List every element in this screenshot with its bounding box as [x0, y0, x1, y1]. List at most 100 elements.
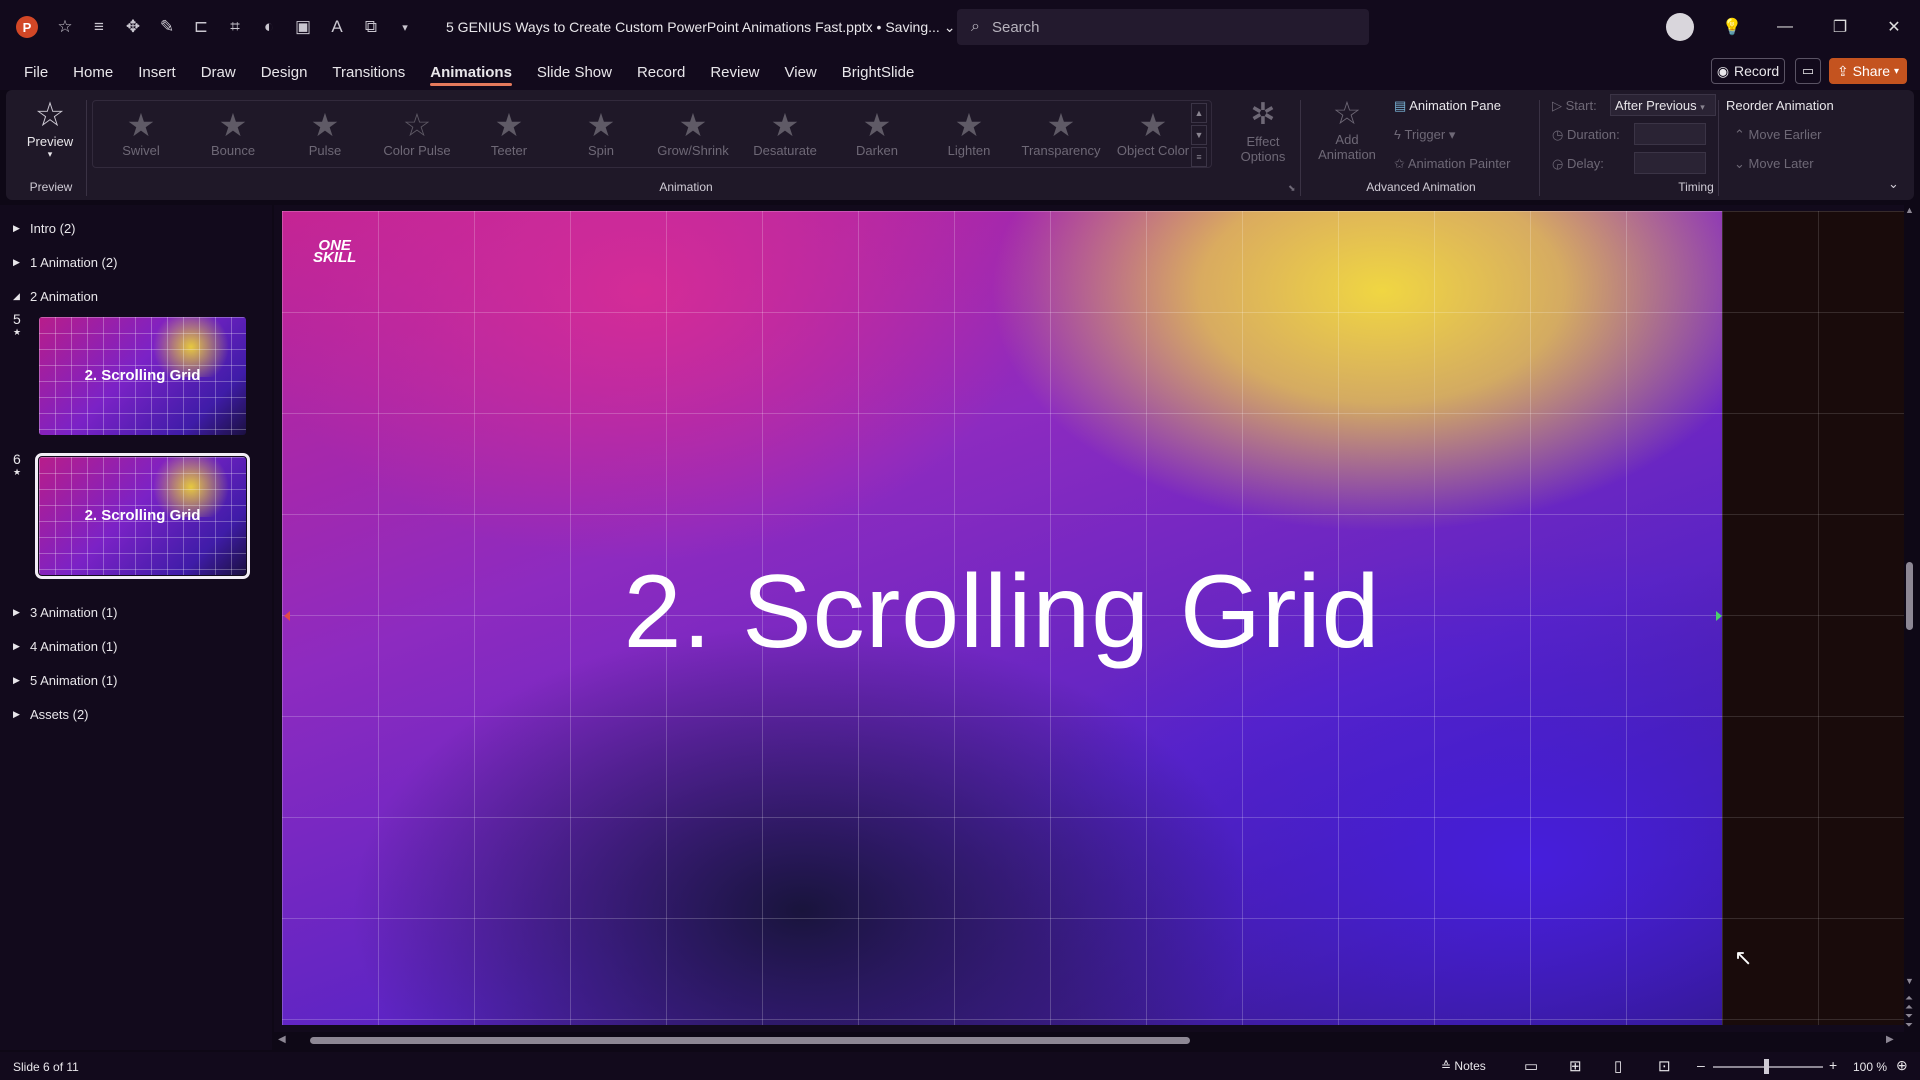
reading-view-icon[interactable]: ▯ — [1614, 1057, 1622, 1075]
current-slide[interactable]: ONE SKILL 2. Scrolling Grid — [282, 211, 1722, 1025]
customize-star-icon[interactable]: ☆ — [52, 14, 78, 40]
add-animation-button[interactable]: ☆ Add Animation — [1312, 94, 1382, 162]
normal-view-icon[interactable]: ▭ — [1524, 1057, 1538, 1075]
user-avatar[interactable] — [1666, 13, 1694, 41]
close-icon[interactable]: ✕ — [1879, 12, 1909, 42]
qat-more-icon[interactable]: ▾ — [392, 14, 418, 40]
horizontal-scrollbar[interactable]: ◀ ▶ — [274, 1032, 1904, 1048]
document-title[interactable]: 5 GENIUS Ways to Create Custom PowerPoin… — [446, 19, 955, 36]
arrange-icon[interactable]: ⧉ — [358, 14, 384, 40]
fit-to-window-icon[interactable]: ⊕ — [1896, 1057, 1908, 1074]
image-icon[interactable]: ▣ — [290, 14, 316, 40]
tab-record[interactable]: Record — [637, 54, 685, 90]
search-placeholder: Search — [991, 18, 1040, 36]
animation-star-icon: ★ — [862, 107, 892, 143]
tab-design[interactable]: Design — [261, 54, 308, 90]
animation-grow-shrink[interactable]: ★ Grow/Shrink — [649, 107, 737, 167]
gallery-more-icon[interactable]: ≡ — [1191, 147, 1207, 167]
slide-title[interactable]: 2. Scrolling Grid — [282, 553, 1722, 672]
scroll-right-icon[interactable]: ▶ — [1886, 1034, 1894, 1045]
motion-path-end-marker[interactable] — [1716, 611, 1722, 621]
zoom-in-icon[interactable]: + — [1829, 1057, 1837, 1073]
tab-transitions[interactable]: Transitions — [332, 54, 405, 90]
tab-file[interactable]: File — [24, 54, 48, 90]
start-select[interactable]: After Previous ▾ — [1610, 94, 1716, 116]
next-slide-icon[interactable]: ⏷ ⏷ — [1905, 1012, 1913, 1031]
trigger-button[interactable]: ϟ Trigger ▾ — [1394, 127, 1455, 143]
format-painter-icon[interactable]: ✎ — [154, 14, 180, 40]
align-icon[interactable]: ≡ — [86, 14, 112, 40]
motion-path-start-marker[interactable] — [284, 611, 290, 621]
gallery-scroll-down-icon[interactable]: ▼ — [1191, 125, 1207, 145]
slide-sorter-icon[interactable]: ⊞ — [1569, 1057, 1582, 1075]
section-header[interactable]: ▶ Intro (2) — [13, 221, 76, 236]
lightbulb-icon[interactable]: 💡 — [1717, 12, 1747, 42]
tab-brightslide[interactable]: BrightSlide — [842, 54, 915, 90]
animation-swivel[interactable]: ★ Swivel — [97, 107, 185, 167]
tab-insert[interactable]: Insert — [138, 54, 176, 90]
crop-icon[interactable]: ⌗ — [222, 14, 248, 40]
tab-animations[interactable]: Animations — [430, 54, 512, 90]
comments-button[interactable]: ▭ — [1795, 58, 1821, 84]
slide-counter[interactable]: Slide 6 of 11 — [13, 1060, 79, 1074]
move-later-button[interactable]: ⌄ Move Later — [1734, 156, 1814, 172]
animation-transparency[interactable]: ★ Transparency — [1017, 107, 1105, 167]
animation-painter-button[interactable]: ✩ Animation Painter — [1394, 156, 1510, 172]
animation-object-color[interactable]: ★ Object Color — [1109, 107, 1197, 167]
animation-lighten[interactable]: ★ Lighten — [925, 107, 1013, 167]
delay-input[interactable] — [1634, 152, 1706, 174]
previous-slide-icon[interactable]: ⏶ ⏶ — [1905, 994, 1913, 1013]
move-icon[interactable]: ✥ — [120, 14, 146, 40]
zoom-slider-thumb[interactable] — [1764, 1059, 1769, 1074]
one-skill-logo[interactable]: ONE SKILL — [313, 238, 357, 266]
animation-darken[interactable]: ★ Darken — [833, 107, 921, 167]
tab-slide-show[interactable]: Slide Show — [537, 54, 612, 90]
animation-pulse[interactable]: ★ Pulse — [281, 107, 369, 167]
preview-group-label: Preview — [29, 180, 73, 194]
tab-draw[interactable]: Draw — [201, 54, 236, 90]
preview-button[interactable]: ☆ Preview ▾ — [20, 96, 80, 176]
scroll-down-icon[interactable]: ▼ — [1905, 976, 1914, 986]
section-header[interactable]: ▶ Assets (2) — [13, 707, 89, 722]
animation-color-pulse[interactable]: ☆ Color Pulse — [373, 107, 461, 167]
record-button[interactable]: ◉ Record — [1711, 58, 1785, 84]
slide-thumbnail[interactable]: 2. Scrolling Grid — [39, 317, 246, 435]
horizontal-scroll-thumb[interactable] — [310, 1037, 1190, 1044]
restore-icon[interactable]: ❐ — [1825, 12, 1855, 42]
zoom-out-icon[interactable]: – — [1697, 1057, 1705, 1073]
vertical-scroll-thumb[interactable] — [1906, 562, 1913, 630]
tab-review[interactable]: Review — [710, 54, 759, 90]
animation-teeter[interactable]: ★ Teeter — [465, 107, 553, 167]
duration-input[interactable] — [1634, 123, 1706, 145]
animation-pane-button[interactable]: ▤ Animation Pane — [1394, 98, 1501, 114]
tab-view[interactable]: View — [785, 54, 817, 90]
slide-thumbnail[interactable]: 2. Scrolling Grid — [35, 453, 250, 579]
section-header[interactable]: ◢ 2 Animation — [13, 289, 98, 304]
logo-line-2: SKILL — [313, 249, 357, 266]
search-box[interactable]: ⌕ Search — [957, 9, 1369, 45]
zoom-level[interactable]: 100 % — [1853, 1060, 1887, 1074]
scroll-up-icon[interactable]: ▲ — [1905, 205, 1914, 215]
scroll-left-icon[interactable]: ◀ — [278, 1034, 286, 1045]
tab-home[interactable]: Home — [73, 54, 113, 90]
collapse-ribbon-icon[interactable]: ⌄ — [1888, 176, 1899, 192]
section-header[interactable]: ▶ 3 Animation (1) — [13, 605, 117, 620]
effect-options-button[interactable]: ✲ Effect Options — [1238, 96, 1288, 164]
move-earlier-button[interactable]: ⌃ Move Earlier — [1734, 127, 1822, 143]
notes-button[interactable]: ≙ Notes — [1441, 1059, 1486, 1073]
text-icon[interactable]: A — [324, 14, 350, 40]
section-header[interactable]: ▶ 1 Animation (2) — [13, 255, 117, 270]
section-header[interactable]: ▶ 4 Animation (1) — [13, 639, 117, 654]
section-header[interactable]: ▶ 5 Animation (1) — [13, 673, 117, 688]
minimize-icon[interactable]: — — [1770, 12, 1800, 42]
dialog-launcher-icon[interactable]: ⬊ — [1288, 183, 1296, 194]
slideshow-view-icon[interactable]: ⊡ — [1658, 1057, 1671, 1075]
animation-desaturate[interactable]: ★ Desaturate — [741, 107, 829, 167]
shapes-icon[interactable]: ◐ — [256, 14, 282, 40]
share-button[interactable]: ⇪ Share ▾ — [1829, 58, 1907, 84]
distribute-icon[interactable]: ⊏ — [188, 14, 214, 40]
animation-bounce[interactable]: ★ Bounce — [189, 107, 277, 167]
slide-editor[interactable]: ONE SKILL 2. Scrolling Grid ↖ — [274, 205, 1904, 1032]
animation-spin[interactable]: ★ Spin — [557, 107, 645, 167]
gallery-scroll-up-icon[interactable]: ▲ — [1191, 103, 1207, 123]
